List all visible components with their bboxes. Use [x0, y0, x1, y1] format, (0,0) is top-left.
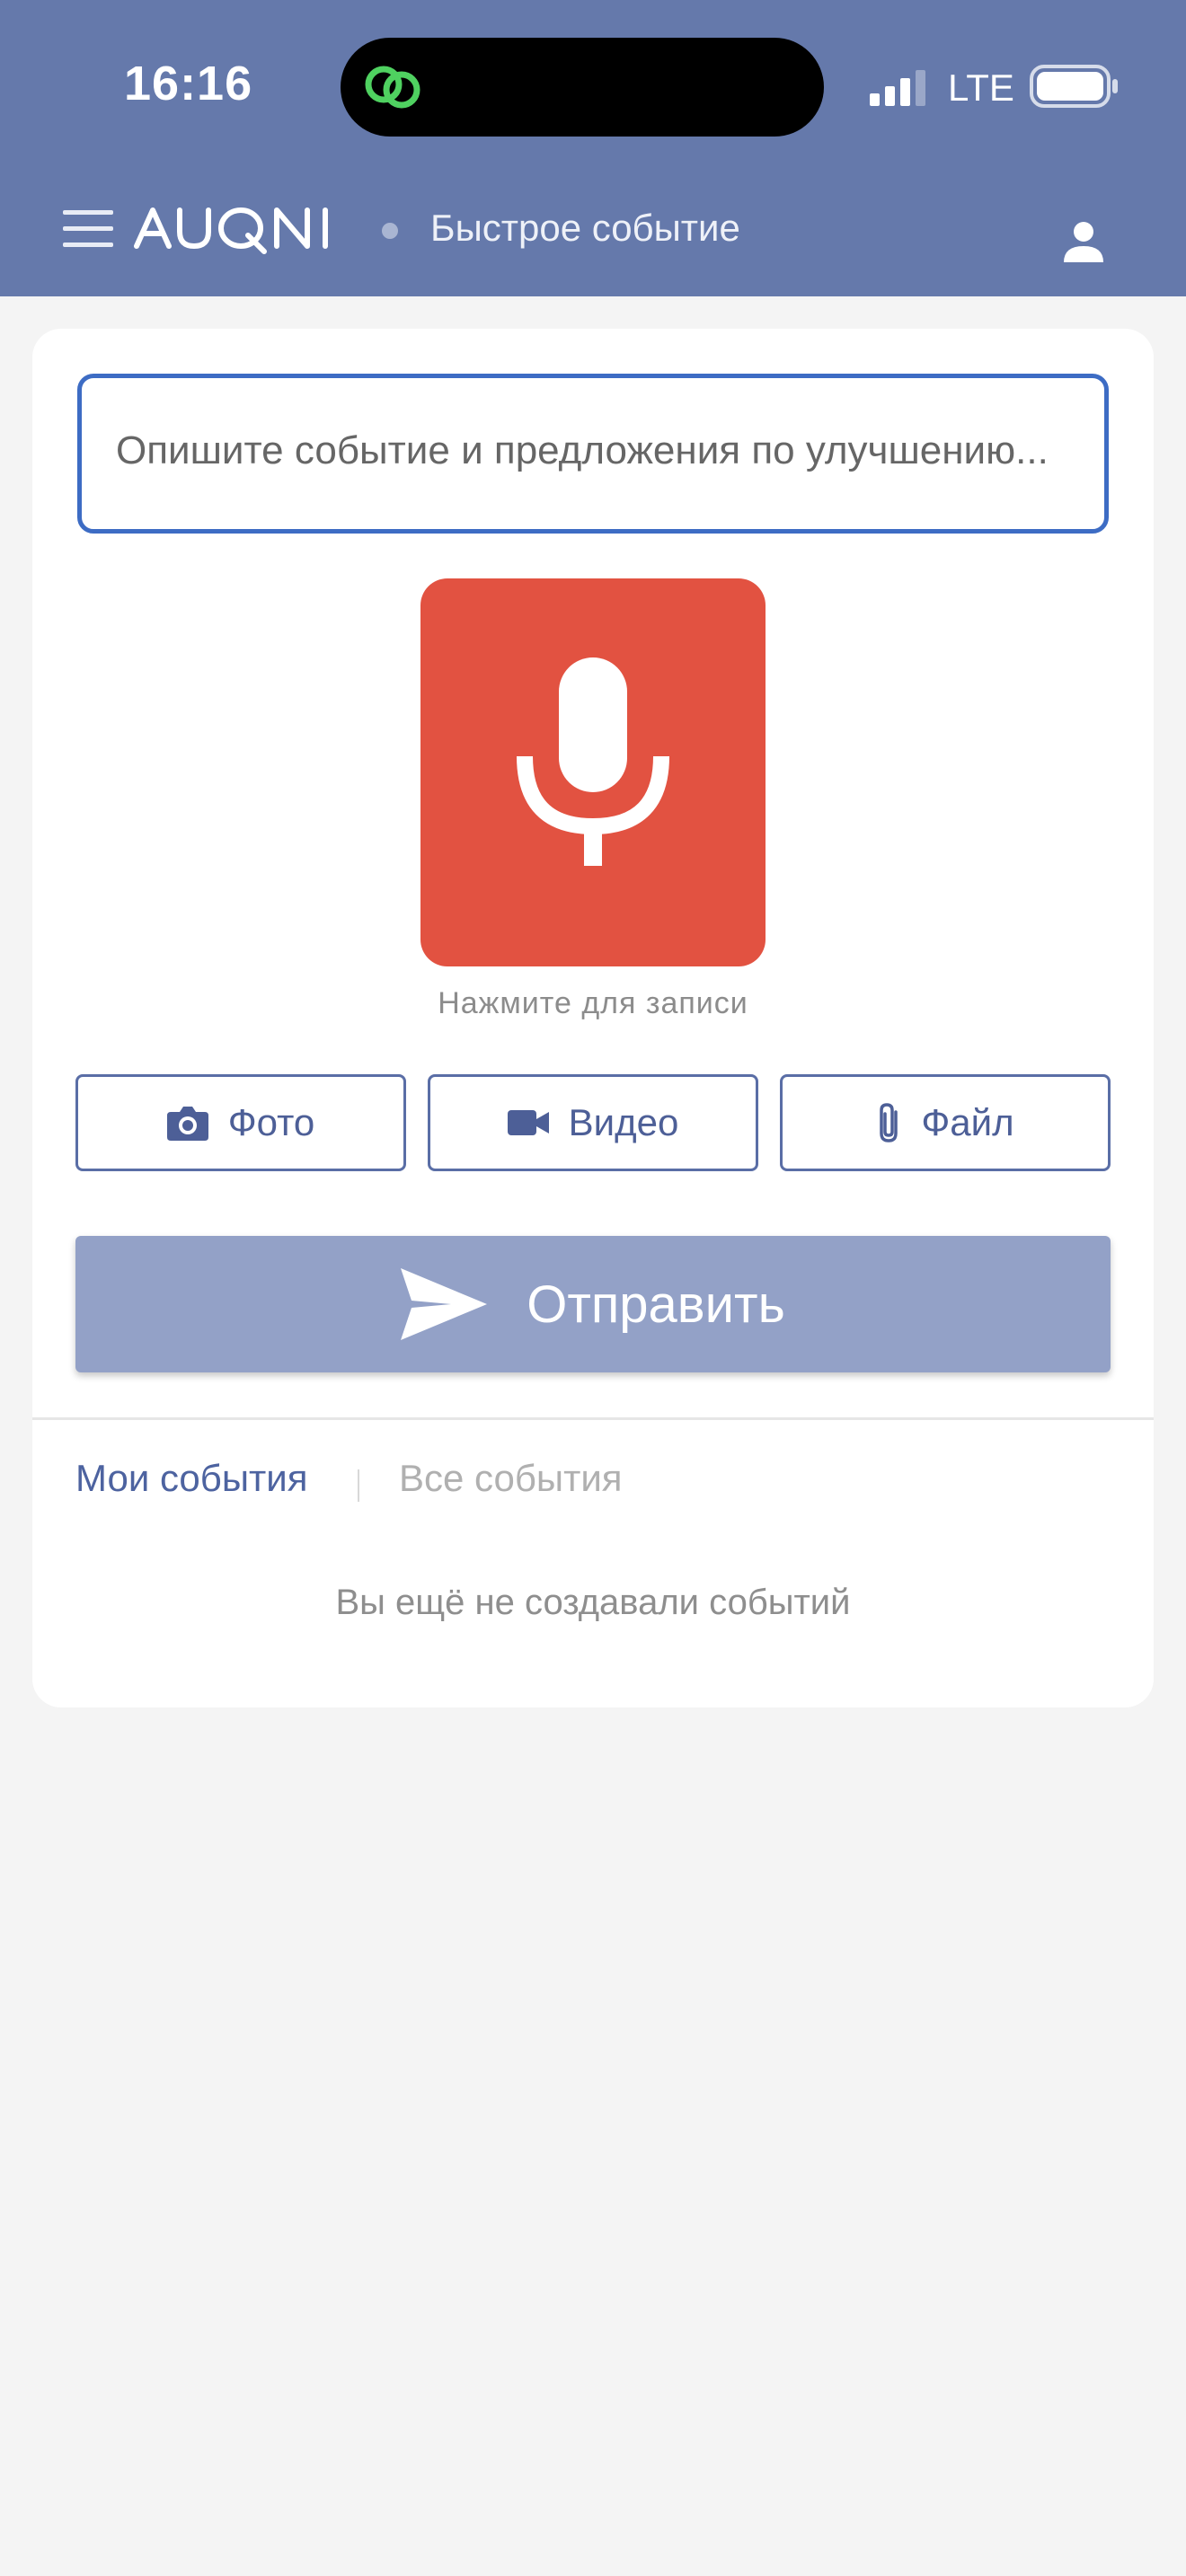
tab-all-events[interactable]: Все события	[399, 1457, 623, 1500]
app-header: 16:16 LTE Быстрое событие	[0, 0, 1186, 296]
attach-file-button[interactable]: Файл	[780, 1074, 1111, 1171]
tab-my-events[interactable]: Мои события	[75, 1457, 307, 1500]
send-button[interactable]: Отправить	[75, 1236, 1111, 1372]
record-voice-button[interactable]	[420, 578, 766, 966]
camera-icon	[166, 1107, 208, 1141]
add-photo-button[interactable]: Фото	[75, 1074, 406, 1171]
network-type: LTE	[948, 66, 1014, 109]
page-title: Быстрое событие	[430, 207, 740, 249]
status-time: 16:16	[124, 57, 253, 110]
microphone-icon	[517, 657, 669, 866]
hamburger-icon[interactable]	[63, 210, 113, 248]
cellular-signal-icon	[870, 70, 925, 106]
record-hint: Нажмите для записи	[438, 986, 748, 1020]
file-button-label: Файл	[921, 1101, 1014, 1143]
send-button-label: Отправить	[527, 1275, 785, 1334]
empty-events-message: Вы ещё не создавали событий	[335, 1583, 851, 1622]
battery-icon	[1030, 65, 1118, 108]
paperclip-icon	[880, 1103, 898, 1142]
add-video-button[interactable]: Видео	[428, 1074, 758, 1171]
tab-separator	[358, 1469, 359, 1502]
quick-event-card: Нажмите для записи Фото Видео Файл Отпра…	[32, 329, 1154, 1707]
section-divider	[32, 1417, 1154, 1420]
link-rings-icon	[365, 66, 420, 109]
event-description-input[interactable]	[77, 374, 1109, 534]
dynamic-island	[341, 38, 824, 137]
user-icon[interactable]	[1064, 221, 1103, 262]
photo-button-label: Фото	[227, 1101, 315, 1143]
title-separator-dot	[382, 223, 398, 239]
video-button-label: Видео	[568, 1101, 679, 1143]
auqni-logo[interactable]	[133, 199, 358, 257]
video-camera-icon	[507, 1110, 549, 1135]
send-icon	[401, 1268, 488, 1340]
